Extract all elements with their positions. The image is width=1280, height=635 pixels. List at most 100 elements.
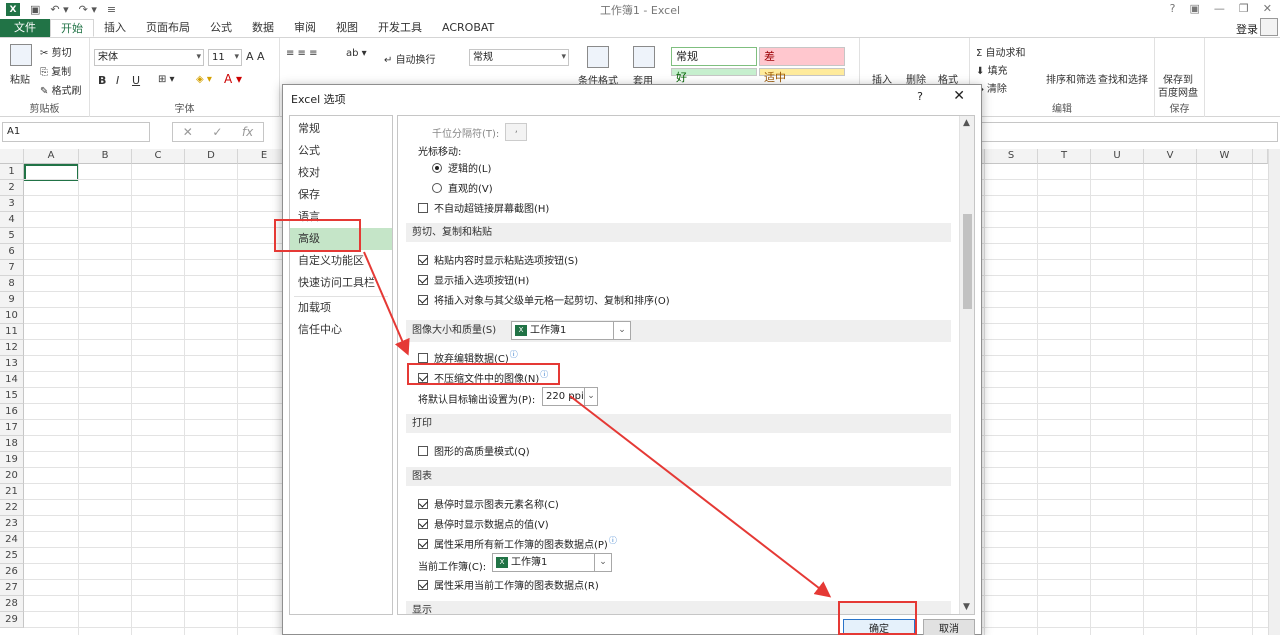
- show-insert-options-checkbox[interactable]: 显示插入选项按钮(H): [418, 272, 529, 287]
- login-link[interactable]: 登录: [1236, 21, 1258, 37]
- col-header[interactable]: V: [1144, 149, 1197, 164]
- row-header[interactable]: 24: [0, 532, 24, 548]
- name-box[interactable]: A1: [2, 122, 150, 142]
- tab-view[interactable]: 视图: [326, 19, 368, 37]
- row-header[interactable]: 2: [0, 180, 24, 196]
- autosum-button[interactable]: Σ 自动求和: [976, 44, 1026, 59]
- nav-proofing[interactable]: 校对: [290, 162, 392, 184]
- row-header[interactable]: 5: [0, 228, 24, 244]
- scroll-down-icon[interactable]: ▼: [963, 602, 970, 612]
- save-icon[interactable]: ▣: [30, 3, 40, 16]
- row-header[interactable]: 6: [0, 244, 24, 260]
- ribbon-display-icon[interactable]: ▣: [1190, 2, 1200, 15]
- wrap-text-button[interactable]: ↵ 自动换行: [384, 51, 436, 66]
- formula-input[interactable]: [980, 122, 1278, 142]
- cut-copy-sort-objects-checkbox[interactable]: 将插入对象与其父级单元格一起剪切、复制和排序(O): [418, 292, 670, 307]
- col-header[interactable]: A: [24, 149, 79, 164]
- row-header[interactable]: 21: [0, 484, 24, 500]
- copy-button[interactable]: ⎘ 复制: [40, 63, 71, 78]
- cursor-logical-radio[interactable]: 逻辑的(L): [432, 160, 491, 175]
- row-header[interactable]: 28: [0, 596, 24, 612]
- orientation-icon[interactable]: ab ▾: [346, 48, 367, 59]
- tab-page-layout[interactable]: 页面布局: [136, 19, 200, 37]
- row-header[interactable]: 7: [0, 260, 24, 276]
- nav-quick-access-toolbar[interactable]: 快速访问工具栏: [290, 272, 392, 294]
- row-header[interactable]: 4: [0, 212, 24, 228]
- dialog-close-icon[interactable]: ✕: [953, 88, 965, 104]
- style-normal[interactable]: 常规: [671, 47, 757, 66]
- sheet-vertical-scrollbar[interactable]: [1268, 149, 1280, 635]
- ppi-dropdown[interactable]: 220 ppi ⌄: [542, 387, 598, 406]
- close-window-icon[interactable]: ✕: [1263, 2, 1272, 15]
- no-hyperlink-screenshot-checkbox[interactable]: 不自动超链接屏幕截图(H): [418, 200, 549, 215]
- row-header[interactable]: 16: [0, 404, 24, 420]
- align-icon[interactable]: ≡ ≡ ≡: [286, 48, 318, 59]
- row-header[interactable]: 12: [0, 340, 24, 356]
- find-select-button[interactable]: 查找和选择: [1098, 71, 1148, 86]
- row-header[interactable]: 29: [0, 612, 24, 628]
- row-header[interactable]: 25: [0, 548, 24, 564]
- row-header[interactable]: 11: [0, 324, 24, 340]
- font-name-combo[interactable]: 宋体: [94, 49, 204, 66]
- style-good[interactable]: 好: [671, 68, 757, 84]
- underline-button[interactable]: U: [132, 74, 140, 87]
- row-header[interactable]: 1: [0, 164, 24, 180]
- select-all-corner[interactable]: [0, 149, 24, 164]
- show-paste-options-checkbox[interactable]: 粘贴内容时显示粘贴选项按钮(S): [418, 252, 578, 267]
- tab-insert[interactable]: 插入: [94, 19, 136, 37]
- style-bad[interactable]: 差: [759, 47, 845, 66]
- row-header[interactable]: 3: [0, 196, 24, 212]
- restore-icon[interactable]: ❐: [1239, 2, 1249, 15]
- number-format-combo[interactable]: 常规: [469, 49, 569, 66]
- row-header[interactable]: 19: [0, 452, 24, 468]
- paste-button[interactable]: 粘贴: [10, 71, 30, 86]
- tab-file[interactable]: 文件: [0, 19, 50, 37]
- tab-acrobat[interactable]: ACROBAT: [432, 19, 504, 37]
- row-header[interactable]: 18: [0, 436, 24, 452]
- baidu-drive-label[interactable]: 百度网盘: [1158, 84, 1198, 99]
- font-size-combo[interactable]: 11: [208, 49, 242, 66]
- show-chart-element-names-checkbox[interactable]: 悬停时显示图表元素名称(C): [418, 496, 559, 511]
- show-data-point-values-checkbox[interactable]: 悬停时显示数据点的值(V): [418, 516, 549, 531]
- row-header[interactable]: 17: [0, 420, 24, 436]
- format-painter-button[interactable]: ✎ 格式刷: [40, 82, 82, 97]
- col-header[interactable]: W: [1197, 149, 1253, 164]
- row-header[interactable]: 13: [0, 356, 24, 372]
- row-header[interactable]: 23: [0, 516, 24, 532]
- bold-button[interactable]: B: [98, 74, 106, 87]
- row-header[interactable]: 8: [0, 276, 24, 292]
- borders-icon[interactable]: ⊞ ▾: [158, 74, 175, 85]
- help-icon[interactable]: ?: [1170, 2, 1176, 15]
- font-color-icon[interactable]: A ▾: [224, 72, 242, 86]
- nav-addins[interactable]: 加载项: [290, 297, 392, 319]
- minimize-icon[interactable]: —: [1214, 2, 1225, 15]
- format-as-table-icon[interactable]: [633, 46, 655, 68]
- props-follow-current-checkbox[interactable]: 属性采用当前工作簿的图表数据点(R): [418, 577, 599, 592]
- customize-qat-icon[interactable]: ≡: [107, 3, 116, 16]
- cut-button[interactable]: ✂ 剪切: [40, 44, 72, 59]
- col-header[interactable]: B: [79, 149, 132, 164]
- row-header[interactable]: 9: [0, 292, 24, 308]
- current-workbook-dropdown[interactable]: X 工作簿1 ⌄: [492, 553, 612, 572]
- thousands-sep-input[interactable]: ,: [505, 123, 528, 141]
- tab-formulas[interactable]: 公式: [200, 19, 242, 37]
- nav-trust-center[interactable]: 信任中心: [290, 319, 392, 341]
- fill-color-icon[interactable]: ◈ ▾: [196, 74, 212, 85]
- props-follow-all-checkbox[interactable]: 属性采用所有新工作簿的图表数据点(P) ⓘ: [418, 536, 617, 551]
- paste-icon[interactable]: [10, 44, 32, 66]
- fx-icon[interactable]: fx: [242, 125, 253, 139]
- enter-icon[interactable]: ✓: [212, 125, 222, 139]
- cancel-icon[interactable]: ✕: [183, 125, 193, 139]
- row-header[interactable]: 20: [0, 468, 24, 484]
- redo-icon[interactable]: ↷ ▾: [79, 3, 97, 16]
- dialog-help-icon[interactable]: ?: [917, 90, 923, 103]
- high-quality-graphics-checkbox[interactable]: 图形的高质量模式(Q): [418, 443, 530, 458]
- undo-icon[interactable]: ↶ ▾: [50, 3, 68, 16]
- scroll-up-icon[interactable]: ▲: [963, 118, 970, 128]
- cursor-visual-radio[interactable]: 直观的(V): [432, 180, 493, 195]
- fill-button[interactable]: ⬇ 填充: [976, 62, 1008, 77]
- row-header[interactable]: 22: [0, 500, 24, 516]
- col-header[interactable]: D: [185, 149, 238, 164]
- nav-formulas[interactable]: 公式: [290, 140, 392, 162]
- nav-customize-ribbon[interactable]: 自定义功能区: [290, 250, 392, 272]
